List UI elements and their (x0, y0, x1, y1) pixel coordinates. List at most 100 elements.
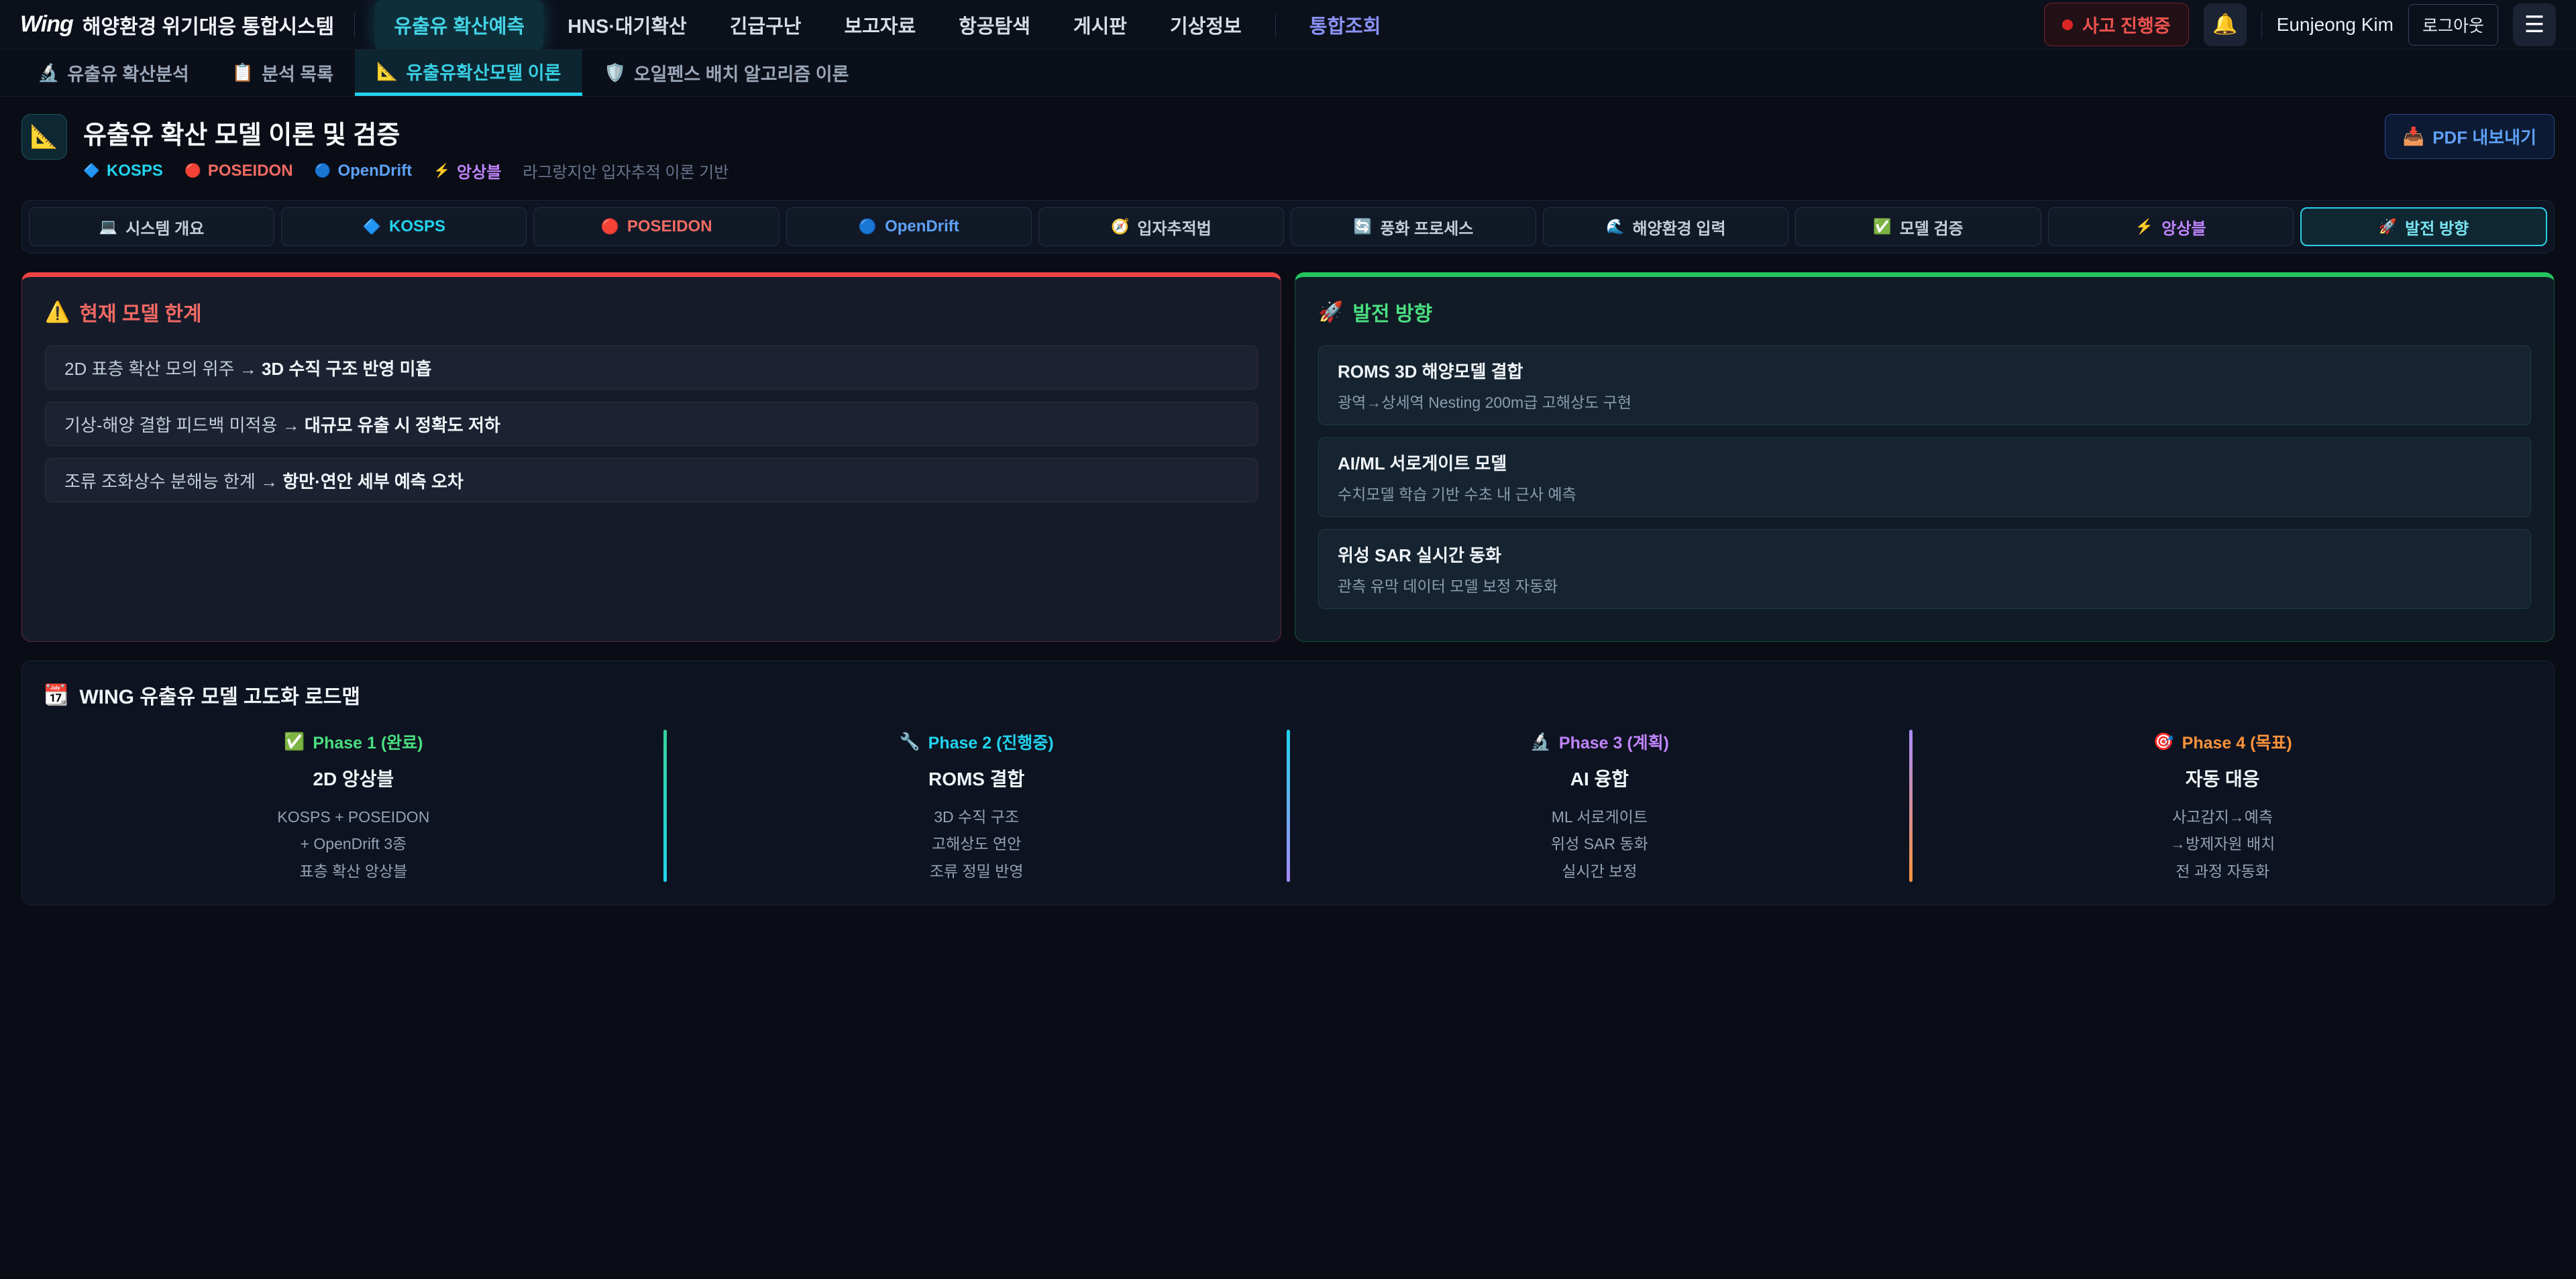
limitation-text: 2D 표층 확산 모의 위주 → 3D 수직 구조 반영 미흡 (64, 355, 431, 380)
section-tab-ensemble[interactable]: ⚡ 앙상블 (2048, 207, 2294, 246)
red-circle-icon: 🔴 (600, 218, 619, 235)
logout-button[interactable]: 로그아웃 (2408, 4, 2498, 46)
section-tab-future-direction[interactable]: 🚀 발전 방향 (2300, 207, 2547, 246)
bell-icon: 🔔 (2212, 13, 2237, 36)
roadmap-phase-1: ✅ Phase 1 (완료) 2D 앙상블 KOSPS + POSEIDON +… (44, 727, 663, 885)
phase-label-row: 🔧 Phase 2 (진행중) (900, 730, 1054, 754)
nav-divider (354, 12, 355, 38)
phase-detail: 조류 정밀 반영 (667, 858, 1287, 885)
rocket-icon: 🚀 (2379, 218, 2397, 235)
roadmap-title-row: 📆 WING 유출유 모델 고도화 로드맵 (44, 680, 2532, 710)
limitation-item: 2D 표층 확산 모의 위주 → 3D 수직 구조 반영 미흡 (45, 345, 1258, 390)
section-tab-label: 모델 검증 (1900, 215, 1964, 239)
blue-diamond-icon: 🔷 (363, 218, 381, 235)
compass-icon: 🧭 (1111, 218, 1129, 235)
navbar-right: 사고 진행중 🔔 Eunjeong Kim 로그아웃 ☰ (2044, 3, 2556, 46)
tab-label: 유출유확산모델 이론 (406, 58, 561, 85)
menu-item-emergency-rescue[interactable]: 긴급구난 (711, 0, 820, 50)
phase-name: ROMS 결합 (667, 765, 1287, 791)
phase-detail: 전 과정 자동화 (1913, 858, 2532, 885)
system-title: 해양환경 위기대응 통합시스템 (83, 10, 334, 40)
section-tab-opendrift[interactable]: 🔵 OpenDrift (786, 207, 1032, 246)
phase-label-row: ✅ Phase 1 (완료) (284, 730, 423, 754)
tab-label: 분석 목록 (262, 60, 333, 86)
top-navbar: Wing 해양환경 위기대응 통합시스템 유출유 확산예측 HNS·대기확산 긴… (0, 0, 2576, 50)
panel-row: ⚠️ 현재 모델 한계 2D 표층 확산 모의 위주 → 3D 수직 구조 반영… (21, 272, 2555, 642)
badge-label: POSEIDON (208, 162, 293, 180)
calendar-icon: 📆 (44, 683, 68, 707)
microscope-icon: 🔬 (38, 62, 59, 83)
menu-item-board[interactable]: 게시판 (1055, 0, 1146, 50)
phase-detail: KOSPS + POSEIDON (44, 803, 663, 830)
triangle-ruler-icon: 📐 (376, 61, 398, 82)
future-item-desc: 광역→상세역 Nesting 200m급 고해상도 구현 (1338, 390, 2512, 412)
pdf-export-button[interactable]: 📥 PDF 내보내기 (2385, 114, 2555, 159)
section-tab-label: 풍화 프로세스 (1380, 215, 1473, 239)
tab-oil-fence-algorithm[interactable]: 🛡️ 오일펜스 배치 알고리즘 이론 (582, 50, 870, 96)
section-tab-label: 시스템 개요 (125, 215, 204, 239)
roadmap-phase-2: 🔧 Phase 2 (진행중) ROMS 결합 3D 수직 구조 고해상도 연안… (667, 727, 1287, 885)
section-tab-label: OpenDrift (885, 217, 959, 236)
badge-ensemble: ⚡ 앙상블 (433, 159, 501, 182)
tab-spill-analysis[interactable]: 🔬 유출유 확산분석 (16, 50, 211, 96)
section-tab-poseidon[interactable]: 🔴 POSEIDON (533, 207, 779, 246)
phase-label-row: 🎯 Phase 4 (목표) (2153, 730, 2292, 754)
section-tab-label: POSEIDON (627, 217, 712, 236)
badge-label: KOSPS (107, 162, 163, 180)
section-tab-weathering-process[interactable]: 🔄 풍화 프로세스 (1291, 207, 1536, 246)
triangle-ruler-icon: 📐 (30, 123, 58, 150)
phase-detail: 고해상도 연안 (667, 830, 1287, 857)
cycle-arrows-icon: 🔄 (1354, 218, 1372, 235)
roadmap-phases: ✅ Phase 1 (완료) 2D 앙상블 KOSPS + POSEIDON +… (44, 727, 2532, 885)
menu-item-reports[interactable]: 보고자료 (825, 0, 934, 50)
section-tab-ocean-env-input[interactable]: 🌊 해양환경 입력 (1543, 207, 1788, 246)
menu-item-weather-info[interactable]: 기상정보 (1151, 0, 1260, 50)
future-title: 발전 방향 (1352, 297, 1432, 327)
notification-button[interactable]: 🔔 (2204, 3, 2247, 46)
future-item-title: 위성 SAR 실시간 동화 (1338, 542, 2512, 567)
menu-item-hns-dispersion[interactable]: HNS·대기확산 (549, 0, 706, 50)
limitation-item: 기상-해양 결합 피드백 미적용 → 대규모 유출 시 정확도 저하 (45, 402, 1258, 446)
wave-icon: 🌊 (1606, 218, 1624, 235)
tab-label: 오일펜스 배치 알고리즘 이론 (634, 60, 849, 86)
phase-name: 2D 앙상블 (44, 765, 663, 791)
menu-item-aerial-search[interactable]: 항공탐색 (940, 0, 1049, 50)
microscope-icon: 🔬 (1530, 732, 1551, 752)
badge-opendrift: 🔵 OpenDrift (315, 162, 413, 180)
section-tab-system-overview[interactable]: 💻 시스템 개요 (29, 207, 274, 246)
future-title-row: 🚀 발전 방향 (1318, 297, 2531, 327)
tab-spill-model-theory[interactable]: 📐 유출유확산모델 이론 (355, 50, 582, 96)
future-item-title: ROMS 3D 해양모델 결합 (1338, 358, 2512, 383)
future-direction-panel: 🚀 발전 방향 ROMS 3D 해양모델 결합 광역→상세역 Nesting 2… (1295, 272, 2555, 642)
future-item: 위성 SAR 실시간 동화 관측 유막 데이터 모델 보정 자동화 (1318, 529, 2531, 609)
section-tab-particle-tracking[interactable]: 🧭 입자추적법 (1038, 207, 1284, 246)
lightning-icon: ⚡ (433, 162, 450, 179)
section-tab-label: 발전 방향 (2405, 215, 2469, 239)
roadmap-phase-4: 🎯 Phase 4 (목표) 자동 대응 사고감지→예측 →방제자원 배치 전 … (1913, 727, 2532, 885)
page-subtitle: 라그랑지안 입자추적 이론 기반 (523, 159, 729, 182)
current-limitations-panel: ⚠️ 현재 모델 한계 2D 표층 확산 모의 위주 → 3D 수직 구조 반영… (21, 272, 1281, 642)
page-title-group: 유출유 확산 모델 이론 및 검증 🔷 KOSPS 🔴 POSEIDON 🔵 O… (83, 114, 729, 182)
menu-item-oil-spill-prediction[interactable]: 유출유 확산예측 (375, 0, 543, 50)
clipboard-icon: 📋 (232, 62, 254, 83)
phase-label: Phase 3 (계획) (1559, 730, 1669, 754)
check-icon: ✅ (284, 732, 305, 752)
section-tab-label: 입자추적법 (1137, 215, 1211, 239)
future-item-desc: 수치모델 학습 기반 수초 내 근사 예측 (1338, 482, 2512, 504)
roadmap-title: WING 유출유 모델 고도화 로드맵 (79, 680, 360, 710)
section-tab-model-validation[interactable]: ✅ 모델 검증 (1795, 207, 2041, 246)
hamburger-menu-button[interactable]: ☰ (2513, 3, 2556, 46)
model-badge-row: 🔷 KOSPS 🔴 POSEIDON 🔵 OpenDrift ⚡ 앙상블 라그랑… (83, 159, 729, 182)
main-menu: 유출유 확산예측 HNS·대기확산 긴급구난 보고자료 항공탐색 게시판 기상정… (375, 0, 1399, 50)
tab-analysis-list[interactable]: 📋 분석 목록 (211, 50, 355, 96)
menu-item-integrated-search[interactable]: 통합조회 (1291, 0, 1400, 50)
shield-icon: 🛡️ (604, 62, 625, 83)
incident-status-badge[interactable]: 사고 진행중 (2044, 3, 2189, 46)
section-tab-kosps[interactable]: 🔷 KOSPS (281, 207, 527, 246)
roadmap-panel: 📆 WING 유출유 모델 고도화 로드맵 ✅ Phase 1 (완료) 2D … (21, 661, 2555, 905)
phase-label: Phase 1 (완료) (313, 730, 423, 754)
roadmap-phase-3: 🔬 Phase 3 (계획) AI 융합 ML 서로게이트 위성 SAR 동화 … (1290, 727, 1910, 885)
section-tab-label: KOSPS (389, 217, 445, 236)
incident-badge-label: 사고 진행중 (2082, 11, 2171, 38)
phase-label: Phase 2 (진행중) (928, 730, 1054, 754)
